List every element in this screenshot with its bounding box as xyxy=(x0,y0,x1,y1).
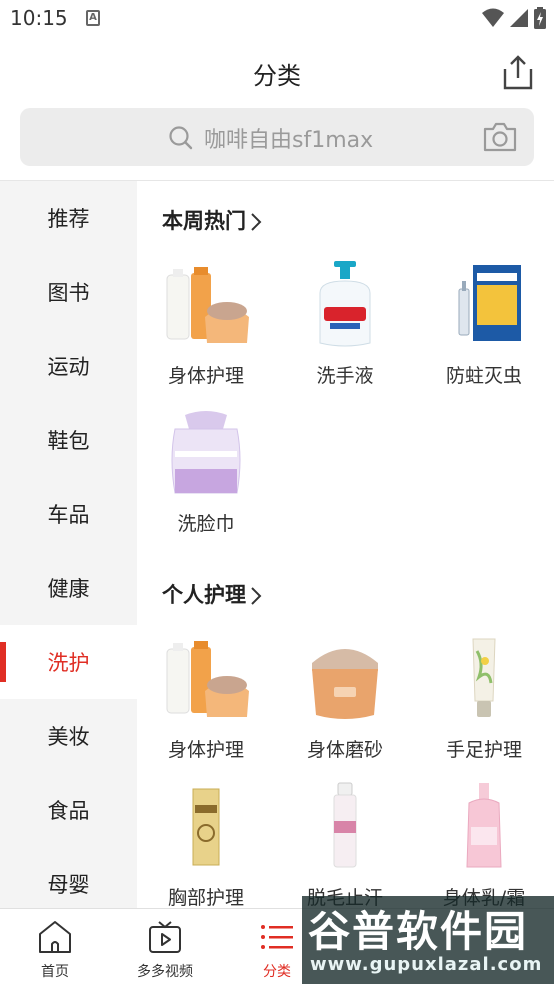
notification-a-icon: A xyxy=(86,10,100,26)
page-title: 分类 xyxy=(253,62,301,90)
title-bar: 分类 xyxy=(0,38,554,106)
status-icons xyxy=(482,7,546,29)
product-item[interactable]: 脱毛止汗 xyxy=(276,781,414,908)
hand-soap-bottle-icon xyxy=(319,261,371,347)
product-label: 防蛀灭虫 xyxy=(445,365,522,387)
skincare-set-icon xyxy=(166,641,249,717)
category-sidebar: 推荐 图书 运动 鞋包 车品 健康 洗护 美妆 食品 母婴 xyxy=(0,181,137,908)
search-icon xyxy=(169,126,193,150)
hand-cream-tube-icon xyxy=(472,638,496,717)
signal-icon xyxy=(510,9,528,27)
home-icon xyxy=(39,921,71,953)
product-label: 洗手液 xyxy=(316,365,374,387)
skincare-set-icon xyxy=(166,267,249,343)
tab-label: 首页 xyxy=(41,964,69,980)
product-item[interactable]: 身体乳/霜 xyxy=(415,781,553,908)
product-label: 手足护理 xyxy=(445,739,522,761)
search-bar[interactable]: 咖啡自由sf1max xyxy=(20,108,534,166)
watermark-title: 谷普软件园 xyxy=(308,907,529,956)
sidebar-item-books[interactable]: 图书 xyxy=(0,255,137,329)
sidebar-item-sports[interactable]: 运动 xyxy=(0,329,137,403)
spray-can-icon xyxy=(333,782,357,868)
status-time: 10:15 xyxy=(10,6,68,30)
share-icon[interactable] xyxy=(502,54,534,90)
product-item[interactable]: 身体护理 xyxy=(137,633,275,773)
tab-label: 多多视频 xyxy=(137,964,193,980)
sidebar-item-recommend[interactable]: 推荐 xyxy=(0,181,137,255)
insecticide-box-icon xyxy=(458,265,521,341)
sidebar-item-car[interactable]: 车品 xyxy=(0,477,137,551)
product-item[interactable]: 身体磨砂 xyxy=(276,633,414,773)
section-title-weekly-hot[interactable]: 本周热门 xyxy=(162,205,262,235)
product-label: 身体护理 xyxy=(167,739,244,761)
sidebar-item-wash-care[interactable]: 洗护 xyxy=(0,625,137,699)
chevron-right-icon xyxy=(251,213,262,231)
status-bar: 10:15 A xyxy=(0,0,554,38)
tab-video[interactable]: 多多视频 xyxy=(110,909,220,984)
face-towel-roll-icon xyxy=(171,411,241,494)
category-content: 本周热门 身体护理 洗手液 防蛀灭虫 洗脸巾 个人护理 身体护理 身体磨砂 手足… xyxy=(137,181,554,908)
product-item[interactable]: 手足护理 xyxy=(415,633,553,773)
section-title-personal-care[interactable]: 个人护理 xyxy=(162,579,262,609)
battery-icon xyxy=(534,7,546,29)
video-icon xyxy=(149,921,181,953)
cream-box-icon xyxy=(192,788,220,866)
product-item[interactable]: 防蛀灭虫 xyxy=(415,259,553,399)
body-scrub-jar-icon xyxy=(312,649,378,719)
product-label: 胸部护理 xyxy=(167,887,244,908)
product-label: 身体护理 xyxy=(167,365,244,387)
camera-icon[interactable] xyxy=(482,121,518,153)
product-item[interactable]: 洗手液 xyxy=(276,259,414,399)
section-title-text: 个人护理 xyxy=(162,583,246,607)
sidebar-item-beauty[interactable]: 美妆 xyxy=(0,699,137,773)
watermark-url: www.gupuxlazal.com xyxy=(310,954,543,975)
tab-home[interactable]: 首页 xyxy=(0,909,110,984)
product-item[interactable]: 身体护理 xyxy=(137,259,275,399)
lotion-bottle-icon xyxy=(466,783,502,868)
category-list-icon xyxy=(261,925,293,949)
product-item[interactable]: 胸部护理 xyxy=(137,781,275,908)
sidebar-item-shoes-bags[interactable]: 鞋包 xyxy=(0,403,137,477)
chevron-right-icon xyxy=(251,587,262,605)
product-label: 身体磨砂 xyxy=(306,739,383,761)
product-label: 洗脸巾 xyxy=(177,513,235,535)
search-input[interactable]: 咖啡自由sf1max xyxy=(204,122,373,154)
watermark-logo: 谷普软件园 www.gupuxlazal.com xyxy=(302,896,554,984)
sidebar-item-health[interactable]: 健康 xyxy=(0,551,137,625)
section-title-text: 本周热门 xyxy=(162,209,246,233)
product-item[interactable]: 洗脸巾 xyxy=(137,407,275,547)
wifi-icon xyxy=(482,8,504,27)
sidebar-item-food[interactable]: 食品 xyxy=(0,773,137,847)
